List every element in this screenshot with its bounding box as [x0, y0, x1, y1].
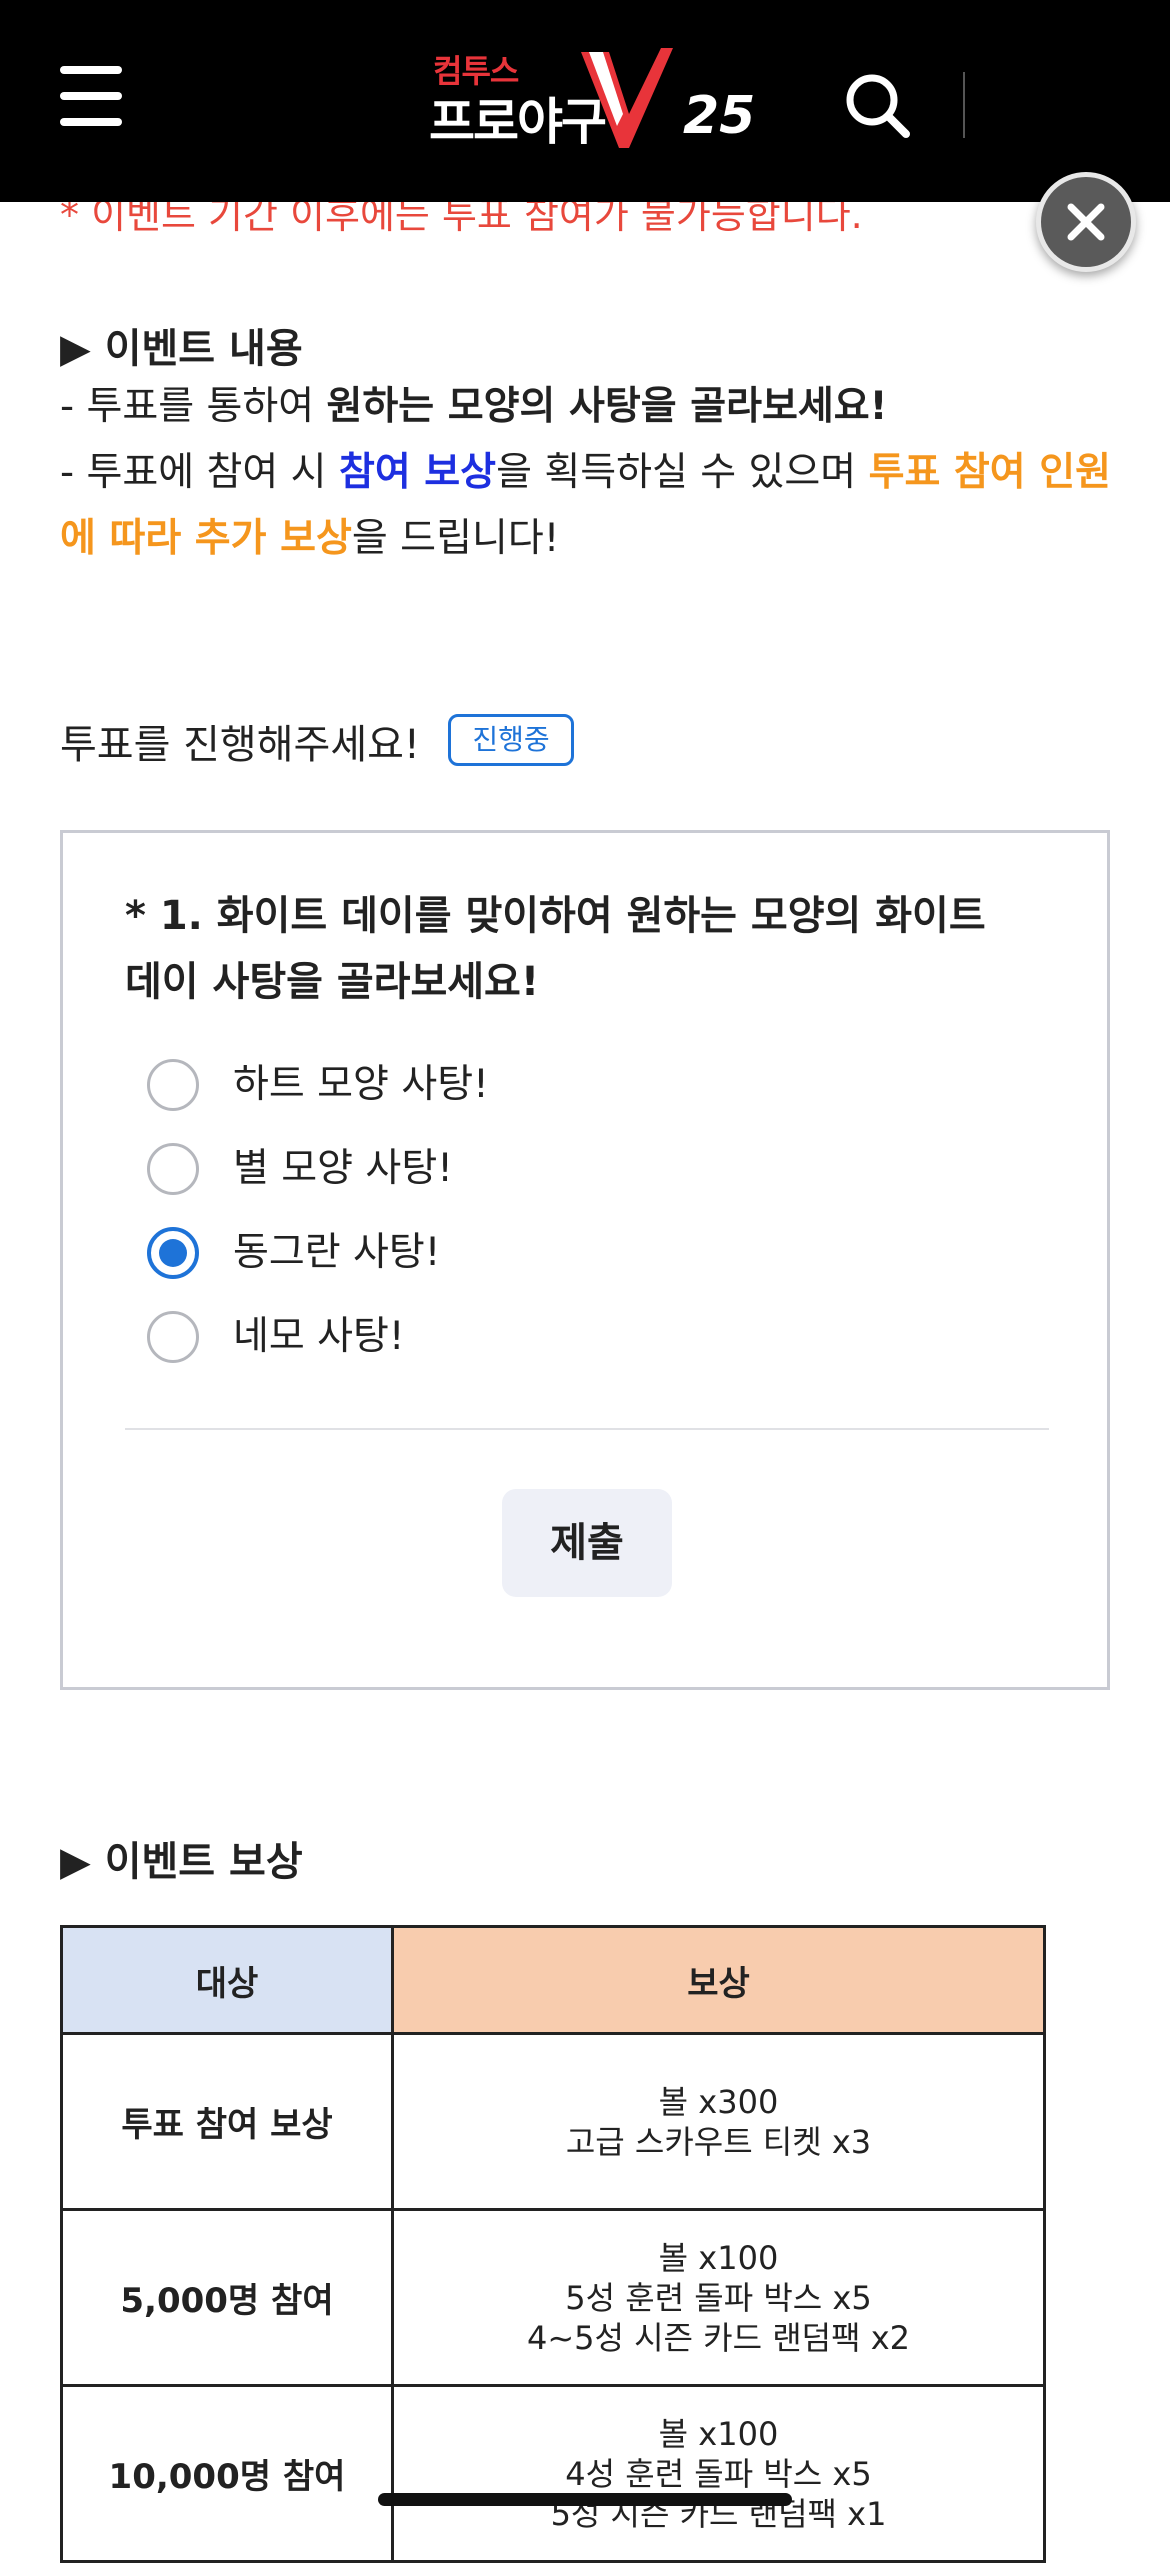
reward-item: 볼 x300: [658, 2082, 779, 2121]
vote-form: * 1. 화이트 데이를 맞이하여 원하는 모양의 화이트 데이 사탕을 골라보…: [60, 830, 1110, 1690]
submit-button[interactable]: 제출: [502, 1489, 672, 1597]
option-label: 동그란 사탕!: [233, 1230, 441, 1275]
reward-target-cell: 투표 참여 보상: [60, 2032, 394, 2211]
event-content-line2: - 투표에 참여 시 참여 보상을 획득하실 수 있으며 투표 참여 인원에 따…: [60, 440, 1120, 572]
status-badge: 진행중: [448, 714, 574, 766]
event-content-title: ▶ 이벤트 내용: [60, 326, 303, 372]
reward-items-cell: 볼 x300 고급 스카우트 티켓 x3: [391, 2032, 1046, 2211]
home-indicator[interactable]: [378, 2493, 792, 2506]
hamburger-menu-icon[interactable]: [60, 66, 122, 126]
reward-item: 5성 훈련 돌파 박스 x5: [565, 2278, 872, 2317]
line2-mid: 을 획득하실 수 있으며: [496, 450, 869, 495]
participation-reward-highlight: 참여 보상: [338, 450, 497, 495]
reward-item: 고급 스카우트 티켓 x3: [565, 2122, 872, 2161]
event-reward-title: ▶ 이벤트 보상: [60, 1839, 303, 1885]
table-row: 투표 참여 보상 볼 x300 고급 스카우트 티켓 x3: [60, 2032, 1046, 2211]
event-content-line1: - 투표를 통하여 원하는 모양의 사탕을 골라보세요!: [60, 374, 1120, 440]
line1-bold: 원하는 모양의 사탕을 골라보세요!: [326, 384, 888, 429]
column-header-reward: 보상: [391, 1925, 1046, 2035]
reward-item: 4~5성 시즌 카드 랜덤팩 x2: [526, 2318, 911, 2357]
radio-button-selected[interactable]: [147, 1227, 199, 1279]
line2-prefix: - 투표에 참여 시: [60, 450, 339, 495]
radio-button[interactable]: [147, 1143, 199, 1195]
reward-table: 대상 보상 투표 참여 보상 볼 x300 고급 스카우트 티켓 x3 5,00…: [60, 1925, 1046, 2563]
radio-button[interactable]: [147, 1059, 199, 1111]
reward-item: 볼 x100: [658, 2414, 779, 2453]
logo-v-mark-icon: [581, 48, 673, 148]
reward-item: 볼 x100: [658, 2238, 779, 2277]
option-label: 하트 모양 사탕!: [233, 1062, 489, 1107]
top-navigation-bar: 컴투스 프로야구 25: [0, 0, 1170, 202]
option-label: 별 모양 사탕!: [233, 1146, 453, 1191]
reward-target-cell: 10,000명 참여: [60, 2384, 394, 2563]
form-divider: [125, 1428, 1049, 1430]
reward-items-cell: 볼 x100 5성 훈련 돌파 박스 x5 4~5성 시즌 카드 랜덤팩 x2: [391, 2208, 1046, 2387]
radio-button[interactable]: [147, 1311, 199, 1363]
reward-items-cell: 볼 x100 4성 훈련 돌파 박스 x5 5성 시즌 카드 랜덤팩 x1: [391, 2384, 1046, 2563]
table-header-row: 대상 보상: [60, 1925, 1046, 2035]
vote-prompt-label: 투표를 진행해주세요!: [60, 722, 420, 768]
table-row: 10,000명 참여 볼 x100 4성 훈련 돌파 박스 x5 5성 시즌 카…: [60, 2384, 1046, 2563]
reward-item: 4성 훈련 돌파 박스 x5: [565, 2454, 872, 2493]
table-row: 5,000명 참여 볼 x100 5성 훈련 돌파 박스 x5 4~5성 시즌 …: [60, 2208, 1046, 2387]
close-icon: [1067, 203, 1105, 241]
logo-number-text: 25: [683, 86, 756, 146]
line2-suffix: 을 드립니다!: [351, 516, 560, 561]
search-icon[interactable]: [842, 70, 912, 140]
option-label: 네모 사탕!: [233, 1314, 405, 1359]
column-header-target: 대상: [60, 1925, 394, 2035]
close-button[interactable]: [1036, 172, 1136, 272]
reward-target-cell: 5,000명 참여: [60, 2208, 394, 2387]
line1-prefix: - 투표를 통하여: [60, 384, 327, 429]
game-logo[interactable]: 컴투스 프로야구 25: [425, 44, 755, 154]
vote-question: * 1. 화이트 데이를 맞이하여 원하는 모양의 화이트 데이 사탕을 골라보…: [125, 893, 986, 1005]
header-divider: [963, 72, 965, 138]
